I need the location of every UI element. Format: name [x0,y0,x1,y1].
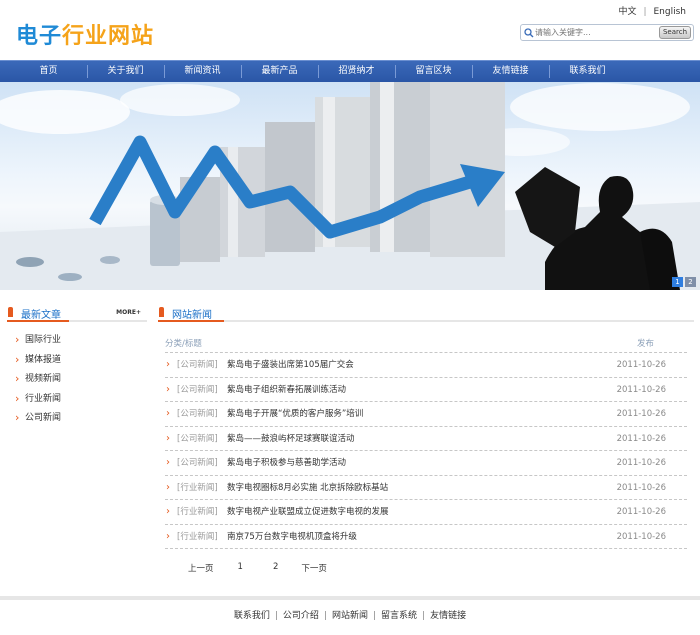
category-list: 国际行业 媒体报道 视频新闻 行业新闻 公司新闻 [7,330,147,429]
page-2-link[interactable]: 2 [273,562,278,574]
next-page-link[interactable]: 下一页 [301,562,327,574]
prev-page-link[interactable]: 上一页 [188,562,214,574]
logo-text-part2: 行业网站 [62,24,155,49]
lang-english-link[interactable]: English [654,7,687,17]
main-nav: 首页 关于我们 新闻资讯 最新产品 招贤纳才 留言区块 友情链接 联系我们 [0,60,700,82]
search-button[interactable]: Search [659,26,691,39]
news-category: [行业新闻] [177,482,218,493]
slide-pager: 1 2 [672,277,696,287]
news-category: [公司新闻] [177,360,218,370]
nav-home[interactable]: 首页 [10,61,87,82]
news-date: 2011-10-26 [616,360,666,370]
category-item-industry[interactable]: 行业新闻 [7,389,147,410]
latest-articles-header: 最新文章 MORE+ [7,302,147,322]
footer-link-friends[interactable]: 友情链接 [430,611,466,621]
header: 电子行业网站 中文 | English Search [0,0,700,60]
news-row[interactable]: [公司新闻] 紫岛电子组织新春拓展训练活动 2011-10-26 [165,378,687,402]
news-title[interactable]: 紫岛电子开展“优质的客户服务”培训 [227,402,363,426]
news-category: [行业新闻] [177,531,218,542]
news-title[interactable]: 紫岛电子盛装出席第105届广交会 [227,353,354,377]
footer-link-news[interactable]: 网站新闻 [332,611,368,621]
header-underline [7,320,69,322]
lang-chinese-link[interactable]: 中文 [618,4,636,17]
news-title[interactable]: 紫岛电子组织新春拓展训练活动 [227,378,346,402]
nav-jobs[interactable]: 招贤纳才 [318,61,395,82]
news-row[interactable]: [公司新闻] 紫岛电子积极参与慈善助学活动 2011-10-26 [165,451,687,476]
news-category: [公司新闻] [177,458,218,468]
site-news-panel: 网站新闻 分类/标题 发布 [公司新闻] 紫岛电子盛装出席第105届广交会 2011… [158,302,694,549]
footer-link-about[interactable]: 公司介绍 [283,611,319,621]
news-row[interactable]: [公司新闻] 紫岛电子开展“优质的客户服务”培训 2011-10-26 [165,402,687,427]
news-table-header: 分类/标题 发布 [165,335,687,353]
column-date-header: 发布 [636,339,654,349]
news-list: [公司新闻] 紫岛电子盛装出席第105届广交会 2011-10-26 [公司新闻] 紫… [165,353,687,549]
news-date: 2011-10-26 [616,458,666,468]
site-news-title: 网站新闻 [158,306,212,321]
news-category: [公司新闻] [177,384,218,395]
latest-articles-title: 最新文章 [7,306,61,321]
language-switch: 中文 | English [618,4,686,17]
footer-link-guestbook[interactable]: 留言系统 [381,611,417,621]
footer-links: 联系我们 | 公司介绍 | 网站新闻 | 留言系统 | 友情链接 [0,608,700,621]
news-date: 2011-10-26 [616,482,666,493]
nav-products[interactable]: 最新产品 [241,61,318,82]
news-row[interactable]: [公司新闻] 紫岛——鼓浪屿杯足球赛联谊活动 2011-10-26 [165,427,687,451]
footer-separator: | [323,611,327,621]
news-row[interactable]: [行业新闻] 数字电视圈标8月必实施 北京拆除欧标基站 2011-10-26 [165,476,687,500]
category-item-company[interactable]: 公司新闻 [7,408,147,429]
category-item-media[interactable]: 媒体报道 [7,350,147,371]
more-link[interactable]: MORE+ [116,309,141,316]
footer: 联系我们 | 公司介绍 | 网站新闻 | 留言系统 | 友情链接 [0,596,700,635]
site-logo[interactable]: 电子行业网站 [16,18,154,50]
category-item-video[interactable]: 视频新闻 [7,369,147,390]
pagination: 上一页 1 2 下一页 [188,562,327,574]
news-title[interactable]: 数字电视圈标8月必实施 北京拆除欧标基站 [227,476,388,500]
footer-separator: | [274,611,278,621]
nav-contact[interactable]: 联系我们 [549,61,626,82]
news-row[interactable]: [公司新闻] 紫岛电子盛装出席第105届广交会 2011-10-26 [165,353,687,378]
slide-dot-2[interactable]: 2 [685,277,696,287]
category-item-international[interactable]: 国际行业 [7,330,147,351]
news-category: [行业新闻] [177,507,218,517]
footer-link-contact[interactable]: 联系我们 [234,611,270,621]
slide-dot-1[interactable]: 1 [672,277,683,287]
nav-links[interactable]: 友情链接 [472,61,549,82]
page-1-link[interactable]: 1 [238,562,243,574]
news-date: 2011-10-26 [616,531,666,542]
search-box: Search [520,24,694,41]
nav-guestbook[interactable]: 留言区块 [395,61,472,82]
footer-separator: | [422,611,426,621]
header-underline [158,320,224,322]
news-date: 2011-10-26 [616,507,666,517]
lang-separator: | [643,7,647,17]
footer-separator: | [373,611,377,621]
news-category: [公司新闻] [177,433,218,444]
news-date: 2011-10-26 [616,384,666,395]
hero-banner: 1 2 [0,82,700,290]
news-date: 2011-10-26 [616,433,666,444]
news-title[interactable]: 数字电视产业联盟成立促进数字电视的发展 [227,500,389,524]
latest-articles-panel: 最新文章 MORE+ 国际行业 媒体报道 视频新闻 行业新闻 公司新闻 [7,302,147,429]
news-title[interactable]: 紫岛电子积极参与慈善助学活动 [227,451,346,475]
nav-news[interactable]: 新闻资讯 [164,61,241,82]
banner-illustration [0,82,700,290]
news-date: 2011-10-26 [616,409,666,419]
news-row[interactable]: [行业新闻] 数字电视产业联盟成立促进数字电视的发展 2011-10-26 [165,500,687,525]
nav-about[interactable]: 关于我们 [87,61,164,82]
news-row[interactable]: [行业新闻] 南京75万台数字电视机顶盒将升级 2011-10-26 [165,525,687,549]
news-category: [公司新闻] [177,409,218,419]
news-title[interactable]: 紫岛——鼓浪屿杯足球赛联谊活动 [227,427,355,451]
site-news-header: 网站新闻 [158,302,694,322]
news-title[interactable]: 南京75万台数字电视机顶盒将升级 [227,525,357,549]
search-icon [524,28,534,38]
search-input[interactable] [535,26,659,39]
logo-text-part1: 电子 [16,24,63,49]
column-title-header: 分类/标题 [165,339,202,349]
